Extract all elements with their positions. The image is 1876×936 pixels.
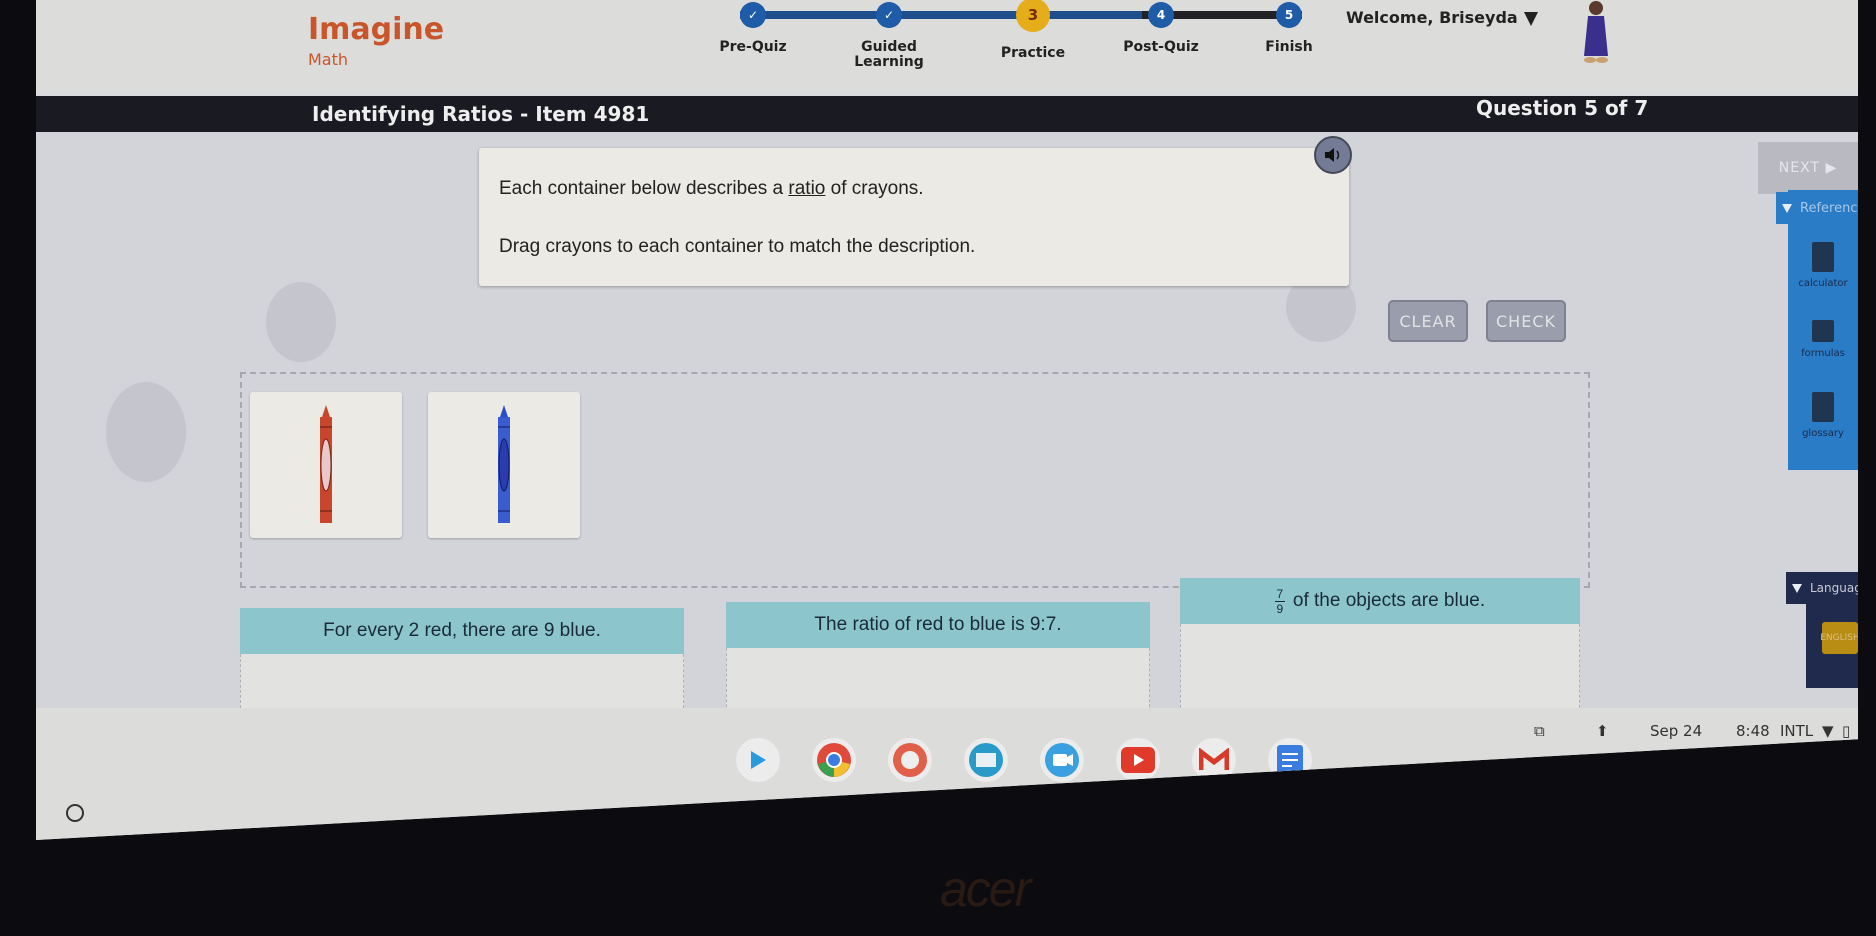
step-3-current: 3 xyxy=(1016,0,1050,32)
calculator-icon xyxy=(1812,242,1834,272)
caret-down-icon xyxy=(1792,583,1802,593)
reference-title: Reference xyxy=(1800,200,1858,216)
wifi-icon[interactable]: ▼ xyxy=(1822,722,1834,740)
drop-target-3[interactable]: 7 9 of the objects are blue. xyxy=(1180,578,1580,728)
play-store-icon[interactable] xyxy=(736,738,780,782)
speaker-icon xyxy=(1325,148,1340,162)
language-title: Language xyxy=(1810,581,1858,595)
crayon-tile-blue[interactable] xyxy=(428,392,580,538)
fraction: 7 9 xyxy=(1274,586,1285,616)
crayon-bank xyxy=(240,372,1590,588)
chrome-icon[interactable] xyxy=(812,738,856,782)
formulas-tool[interactable]: formulas xyxy=(1788,320,1858,359)
step-2-check-icon: ✓ xyxy=(876,2,902,28)
gmail-icon[interactable] xyxy=(1192,738,1236,782)
target-description: The ratio of red to blue is 9:7. xyxy=(726,602,1150,648)
lesson-title-bar: Identifying Ratios - Item 4981 Question … xyxy=(36,96,1858,132)
activity-area: Each container below describes a ratio o… xyxy=(36,132,1858,744)
classroom-icon[interactable] xyxy=(964,738,1008,782)
next-button[interactable]: NEXT ▶ xyxy=(1758,142,1858,194)
step-label-post-quiz: Post-Quiz xyxy=(1123,39,1199,55)
screen: Imagine Math ✓ Pre-Quiz ✓ Guided Learnin… xyxy=(36,0,1858,840)
welcome-menu[interactable]: Welcome, Briseyda xyxy=(1346,8,1538,27)
read-aloud-button[interactable] xyxy=(1314,136,1352,174)
reference-toggle[interactable]: Reference xyxy=(1776,192,1858,224)
prompt-line-1: Each container below describes a ratio o… xyxy=(499,178,924,199)
target-description: For every 2 red, there are 9 blue. xyxy=(240,608,684,654)
question-prompt: Each container below describes a ratio o… xyxy=(479,148,1349,286)
app-header: Imagine Math ✓ Pre-Quiz ✓ Guided Learnin… xyxy=(36,0,1858,92)
youtube-icon[interactable] xyxy=(1116,738,1160,782)
blue-crayon-icon xyxy=(498,405,510,523)
background-decoration xyxy=(106,382,186,482)
step-1-check-icon: ✓ xyxy=(740,2,766,28)
update-icon[interactable]: ⬆ xyxy=(1596,722,1609,740)
ratio-glossary-link[interactable]: ratio xyxy=(788,178,825,199)
crayon-tile-red[interactable] xyxy=(250,392,402,538)
launcher-icon[interactable] xyxy=(66,804,84,822)
chromeos-shelf: ⧉ ⬆ Sep 24 8:48 INTL ▼ ▯ xyxy=(36,708,1858,840)
step-5: 5 xyxy=(1276,2,1302,28)
lesson-title: Identifying Ratios - Item 4981 xyxy=(312,102,650,126)
shelf-date[interactable]: Sep 24 xyxy=(1650,722,1702,740)
battery-icon[interactable]: ▯ xyxy=(1842,722,1850,740)
brand-subtitle: Math xyxy=(308,50,349,69)
step-label-finish: Finish xyxy=(1265,39,1313,55)
check-button[interactable]: CHECK xyxy=(1486,300,1566,342)
caret-down-icon xyxy=(1523,11,1538,26)
step-label-practice: Practice xyxy=(1000,45,1066,61)
red-crayon-icon xyxy=(320,405,332,523)
input-method[interactable]: INTL xyxy=(1780,722,1813,740)
target-description: 7 9 of the objects are blue. xyxy=(1180,578,1580,624)
quizlet-icon[interactable] xyxy=(888,738,932,782)
language-toggle[interactable]: Language xyxy=(1786,572,1858,604)
background-decoration xyxy=(266,282,336,362)
caret-down-icon xyxy=(1782,203,1792,213)
shelf-time[interactable]: 8:48 xyxy=(1736,722,1770,740)
formulas-icon xyxy=(1812,320,1834,342)
bezel-logo: acer xyxy=(940,861,1031,917)
meet-icon[interactable] xyxy=(1040,738,1084,782)
calculator-tool[interactable]: calculator xyxy=(1788,242,1858,289)
stepper-line-complete xyxy=(740,11,1142,19)
student-avatar[interactable] xyxy=(1576,0,1616,66)
glossary-tool[interactable]: glossary xyxy=(1788,392,1858,439)
english-button[interactable]: ENGLISH xyxy=(1820,622,1858,654)
progress-stepper: ✓ Pre-Quiz ✓ Guided Learning 3 Practice … xyxy=(719,0,1316,80)
brand-title: Imagine xyxy=(308,12,445,47)
clear-button[interactable]: CLEAR xyxy=(1388,300,1468,342)
step-label-pre-quiz: Pre-Quiz xyxy=(719,39,787,55)
step-label-guided-learning: Guided Learning xyxy=(854,39,924,70)
question-counter: Question 5 of 7 xyxy=(1476,96,1649,120)
clipboard-icon xyxy=(1812,392,1834,422)
welcome-text: Welcome, Briseyda xyxy=(1346,8,1518,27)
docs-icon[interactable] xyxy=(1268,738,1312,782)
downloads-icon[interactable]: ⧉ xyxy=(1534,722,1545,740)
step-4: 4 xyxy=(1148,2,1174,28)
prompt-line-2: Drag crayons to each container to match … xyxy=(499,236,976,257)
